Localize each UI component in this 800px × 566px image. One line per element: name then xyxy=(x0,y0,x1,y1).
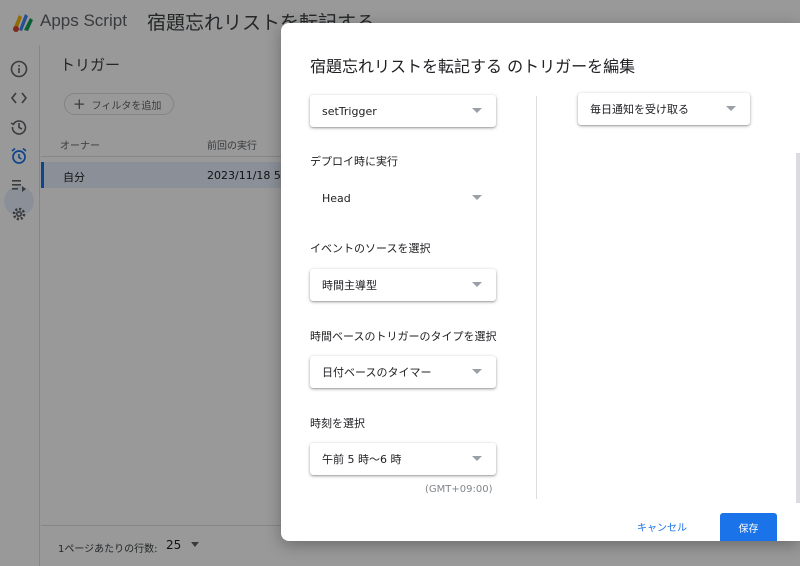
deployment-value: Head xyxy=(322,191,351,205)
notification-value: 毎日通知を受け取る xyxy=(590,103,689,116)
chevron-down-icon xyxy=(472,108,482,113)
event-source-value: 時間主導型 xyxy=(322,279,377,292)
function-select[interactable]: setTrigger xyxy=(310,95,496,127)
chevron-down-icon xyxy=(472,369,482,374)
chevron-down-icon xyxy=(472,456,482,461)
trigger-type-label: 時間ベースのトリガーのタイプを選択 xyxy=(310,330,497,343)
edit-trigger-dialog: 宿題忘れリストを転記する のトリガーを編集 setTrigger デプロイ時に実… xyxy=(281,23,800,541)
trigger-type-value: 日付ベースのタイマー xyxy=(322,366,432,379)
function-value: setTrigger xyxy=(322,104,377,118)
chevron-down-icon xyxy=(726,106,736,111)
time-value: 午前 5 時〜6 時 xyxy=(322,453,402,466)
notification-select[interactable]: 毎日通知を受け取る xyxy=(578,93,750,125)
column-divider xyxy=(536,96,537,499)
time-select[interactable]: 午前 5 時〜6 時 xyxy=(310,443,496,475)
event-source-select[interactable]: 時間主導型 xyxy=(310,269,496,301)
scrollbar[interactable] xyxy=(796,153,800,503)
event-source-label: イベントのソースを選択 xyxy=(310,242,431,255)
trigger-type-select[interactable]: 日付ベースのタイマー xyxy=(310,356,496,388)
chevron-down-icon xyxy=(472,195,482,200)
timezone-note: (GMT+09:00) xyxy=(425,484,493,495)
save-button[interactable]: 保存 xyxy=(720,513,777,541)
deployment-label: デプロイ時に実行 xyxy=(310,155,398,168)
chevron-down-icon xyxy=(472,282,482,287)
time-label: 時刻を選択 xyxy=(310,417,365,430)
dialog-title: 宿題忘れリストを転記する のトリガーを編集 xyxy=(310,57,636,76)
deployment-select[interactable]: Head xyxy=(310,182,496,214)
cancel-button[interactable]: キャンセル xyxy=(637,519,687,534)
